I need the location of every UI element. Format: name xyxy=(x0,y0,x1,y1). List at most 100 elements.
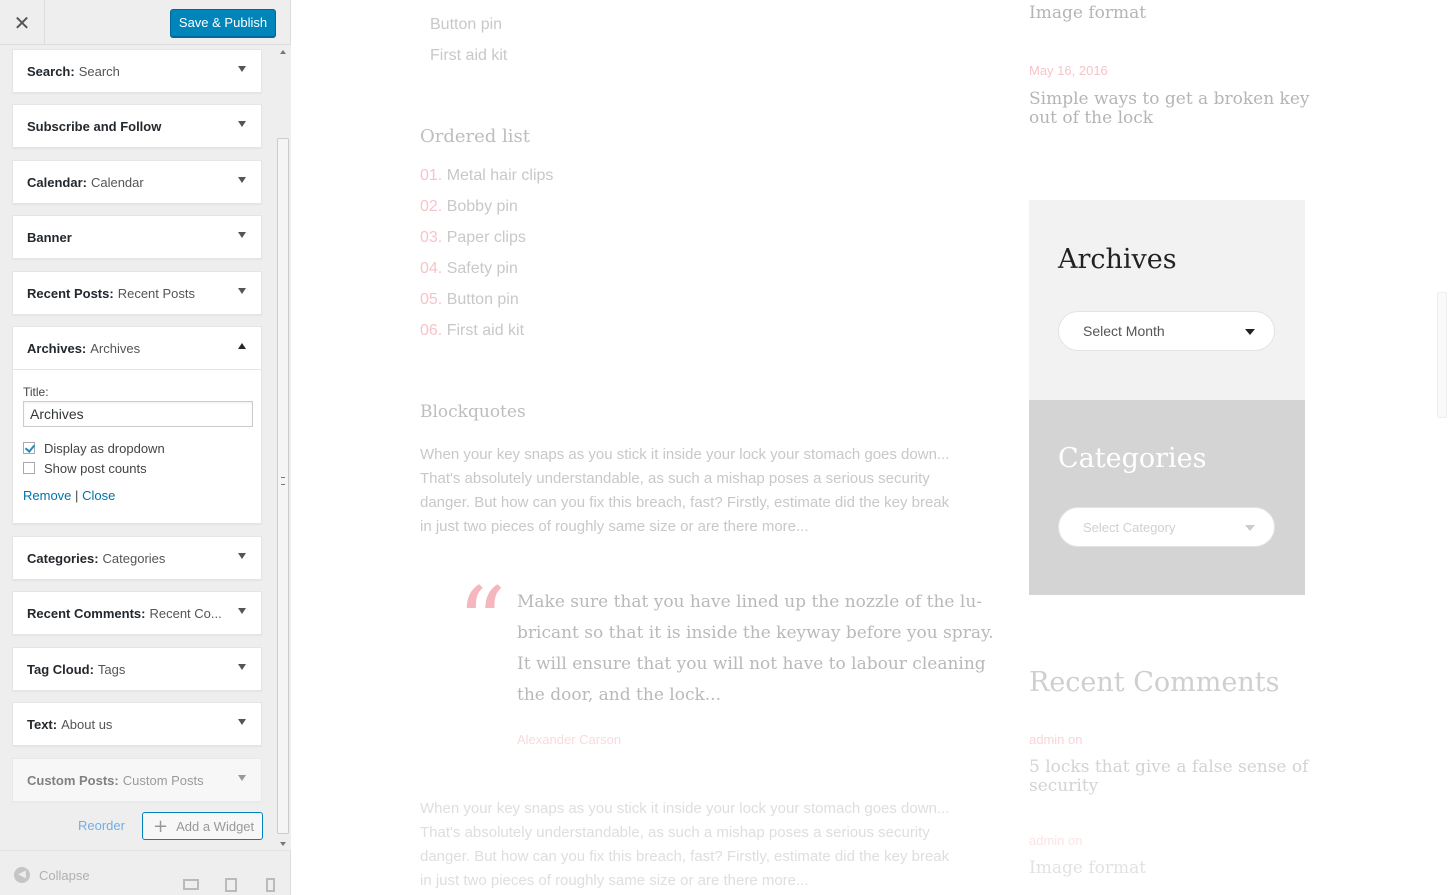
widget-banner[interactable]: Banner xyxy=(12,215,262,259)
categories-heading: Categories xyxy=(1058,443,1207,474)
display-dropdown-row[interactable]: Display as dropdown xyxy=(23,438,251,458)
list-item: First aid kit xyxy=(430,47,508,64)
widget-name: Text: xyxy=(27,716,58,732)
desktop-icon[interactable] xyxy=(183,879,199,890)
collapse-icon: ◀ xyxy=(14,867,30,883)
customizer-header: ✕ Save & Publish xyxy=(0,0,290,45)
arrow-down-icon[interactable] xyxy=(238,553,246,559)
preview-scroll-thumb[interactable] xyxy=(1437,292,1447,418)
display-dropdown-checkbox[interactable] xyxy=(23,442,35,454)
widget-name: Tag Cloud: xyxy=(27,661,94,677)
arrow-down-icon[interactable] xyxy=(238,232,246,238)
select-category-dropdown[interactable]: Select Category xyxy=(1058,507,1275,547)
widget-recent-comments[interactable]: Recent Comments: Recent Co... xyxy=(12,591,262,635)
close-link[interactable]: Close xyxy=(82,488,115,503)
widget-name: Recent Comments: xyxy=(27,605,146,621)
show-counts-label: Show post counts xyxy=(44,460,147,476)
comment-meta: admin on xyxy=(1029,833,1083,848)
widget-title: Tags xyxy=(97,661,126,677)
show-counts-checkbox[interactable] xyxy=(23,462,35,474)
widget-name: Archives: xyxy=(27,340,87,356)
paragraph-line: in just two pieces of roughly same size … xyxy=(420,872,809,889)
widget-calendar[interactable]: Calendar: Calendar xyxy=(12,160,262,204)
scroll-down-icon[interactable] xyxy=(280,842,286,846)
add-widget-button[interactable]: + Add a Widget xyxy=(142,812,263,840)
comment-title-line[interactable]: 5 locks that give a false sense of xyxy=(1029,757,1308,777)
scroll-up-icon[interactable] xyxy=(280,50,286,54)
widget-categories[interactable]: Categories: Categories xyxy=(12,536,262,580)
quote-line: bricant so that it is inside the keyway … xyxy=(517,623,994,643)
arrow-down-icon[interactable] xyxy=(238,177,246,183)
separator: | xyxy=(75,488,79,503)
archives-widget-preview: Archives Select Month xyxy=(1029,200,1305,400)
comment-title[interactable]: Image format xyxy=(1029,858,1146,878)
item-text: Metal hair clips xyxy=(446,167,554,184)
remove-link[interactable]: Remove xyxy=(23,488,71,503)
arrow-down-icon[interactable] xyxy=(238,121,246,127)
quote-author: Alexander Carson xyxy=(517,732,622,747)
quote-line: the door, and the lock... xyxy=(517,685,721,705)
comment-meta: admin on xyxy=(1029,732,1083,747)
collapse-label: Collapse xyxy=(39,867,90,883)
comment-title-line[interactable]: security xyxy=(1029,776,1098,796)
item-number: 01. xyxy=(420,167,443,184)
arrow-down-icon[interactable] xyxy=(238,775,246,781)
ordered-list-heading: Ordered list xyxy=(420,126,531,147)
customizer-footer: ◀ Collapse xyxy=(0,850,290,895)
ordered-list-item: 06. First aid kit xyxy=(420,322,524,340)
tablet-icon[interactable] xyxy=(225,878,237,892)
widget-tag-cloud[interactable]: Tag Cloud: Tags xyxy=(12,647,262,691)
paragraph-line: When your key snaps as you stick it insi… xyxy=(420,446,950,463)
ordered-list-item: 03. Paper clips xyxy=(420,229,526,247)
reorder-link[interactable]: Reorder xyxy=(78,818,125,833)
post-date: May 16, 2016 xyxy=(1029,63,1108,78)
add-widget-label: Add a Widget xyxy=(176,818,255,834)
post-title-line[interactable]: Simple ways to get a broken key xyxy=(1029,89,1310,109)
widget-subscribe-follow[interactable]: Subscribe and Follow xyxy=(12,104,262,148)
title-label: Title: xyxy=(23,385,49,399)
archives-heading: Archives xyxy=(1058,244,1177,275)
widget-search[interactable]: Search: Search xyxy=(12,49,262,93)
widget-text[interactable]: Text: About us xyxy=(12,702,262,746)
select-month-dropdown[interactable]: Select Month xyxy=(1058,311,1275,351)
widget-archives: Archives: Archives Title: Archives Displa… xyxy=(12,326,262,524)
paragraph-line: That's absolutely understandable, as suc… xyxy=(420,470,930,487)
sidebar-scrollbar[interactable] xyxy=(275,45,291,850)
widget-name: Subscribe and Follow xyxy=(27,118,162,134)
paragraph-line: That's absolutely understandable, as suc… xyxy=(420,824,930,841)
item-number: 06. xyxy=(420,322,443,339)
preview-scrollbar[interactable] xyxy=(1435,0,1449,895)
arrow-up-icon[interactable] xyxy=(238,343,246,349)
site-preview: Button pin First aid kit Ordered list 01… xyxy=(292,0,1449,895)
post-title[interactable]: Image format xyxy=(1029,3,1146,23)
ordered-list-item: 04. Safety pin xyxy=(420,260,518,278)
widget-recent-posts[interactable]: Recent Posts: Recent Posts xyxy=(12,271,262,315)
widget-title: Categories xyxy=(102,550,166,566)
arrow-down-icon[interactable] xyxy=(238,608,246,614)
arrow-down-icon[interactable] xyxy=(238,719,246,725)
title-input[interactable]: Archives xyxy=(23,401,253,427)
widget-archives-header[interactable]: Archives: Archives xyxy=(13,327,261,369)
widget-title: Custom Posts xyxy=(122,772,204,788)
item-number: 03. xyxy=(420,229,443,246)
widget-title: Calendar xyxy=(90,174,144,190)
ordered-list-item: 05. Button pin xyxy=(420,291,519,309)
mobile-icon[interactable] xyxy=(266,878,275,892)
close-icon[interactable]: ✕ xyxy=(0,0,45,45)
list-item: Button pin xyxy=(430,16,503,33)
arrow-down-icon[interactable] xyxy=(238,664,246,670)
grip-icon xyxy=(281,477,285,485)
widget-custom-posts[interactable]: Custom Posts: Custom Posts xyxy=(12,758,262,802)
arrow-down-icon[interactable] xyxy=(238,288,246,294)
item-number: 02. xyxy=(420,198,443,215)
show-counts-row[interactable]: Show post counts xyxy=(23,458,251,478)
post-title-line[interactable]: out of the lock xyxy=(1029,108,1153,128)
arrow-down-icon[interactable] xyxy=(238,66,246,72)
item-text: First aid kit xyxy=(446,322,525,339)
item-number: 05. xyxy=(420,291,443,308)
collapse-button[interactable]: ◀ Collapse xyxy=(14,867,90,883)
widget-name: Banner xyxy=(27,229,72,245)
scroll-thumb[interactable] xyxy=(277,138,289,834)
customizer-sidebar: ✕ Save & Publish Search: Search Subscribe… xyxy=(0,0,291,895)
save-publish-button[interactable]: Save & Publish xyxy=(170,9,276,37)
